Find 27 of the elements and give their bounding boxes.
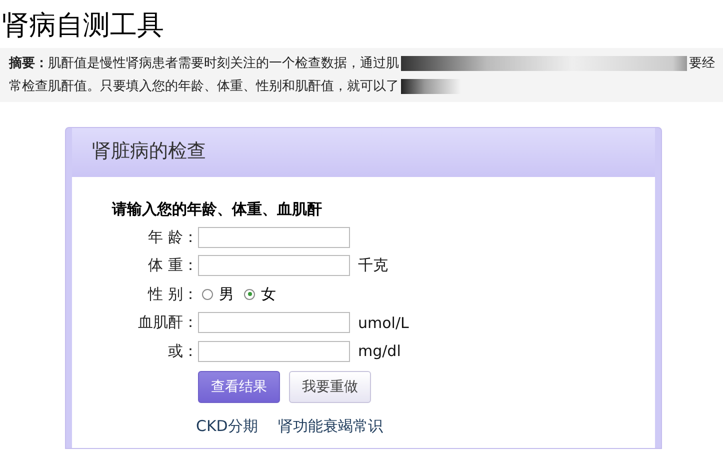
input-field[interactable] <box>198 255 350 276</box>
input-field[interactable] <box>198 340 350 362</box>
field-label: 性 别： <box>146 284 198 304</box>
unit-label: 千克 <box>358 256 388 276</box>
unit-label: umol/L <box>358 314 409 332</box>
link[interactable]: 肾功能衰竭常识 <box>278 416 383 436</box>
field-label: 血肌酐： <box>137 313 198 332</box>
field-label: 年 龄： <box>147 228 198 247</box>
page-title: 肾病自测工具 <box>1 9 165 43</box>
summary-text: 要经 <box>689 55 715 73</box>
summary-text: 摘要：肌酐值是慢性肾病患者需要时刻关注的一个检查数据，通过肌 <box>9 54 399 73</box>
radio-button[interactable] <box>244 288 255 300</box>
form-heading: 请输入您的年龄、体重、血肌酐 <box>112 200 322 219</box>
option-label: 女 <box>261 284 276 304</box>
radio-button[interactable] <box>202 288 213 300</box>
summary-text: 常检查肌酐值。只要填入您的年龄、体重、性别和肌酐值，就可以了 <box>9 78 399 96</box>
field-label: 体 重： <box>147 256 198 276</box>
option-label: 男 <box>219 284 234 304</box>
input-field[interactable] <box>198 312 350 334</box>
blurred-text <box>401 79 461 94</box>
card-title: 肾脏病的检查 <box>72 128 655 177</box>
field-label: 或： <box>167 342 198 361</box>
submit-button[interactable]: 查看结果 <box>198 370 280 402</box>
link[interactable]: CKD分期 <box>196 416 258 436</box>
unit-label: mg/dl <box>358 342 401 360</box>
input-field[interactable] <box>198 226 350 248</box>
reset-button[interactable]: 我要重做 <box>289 370 371 402</box>
